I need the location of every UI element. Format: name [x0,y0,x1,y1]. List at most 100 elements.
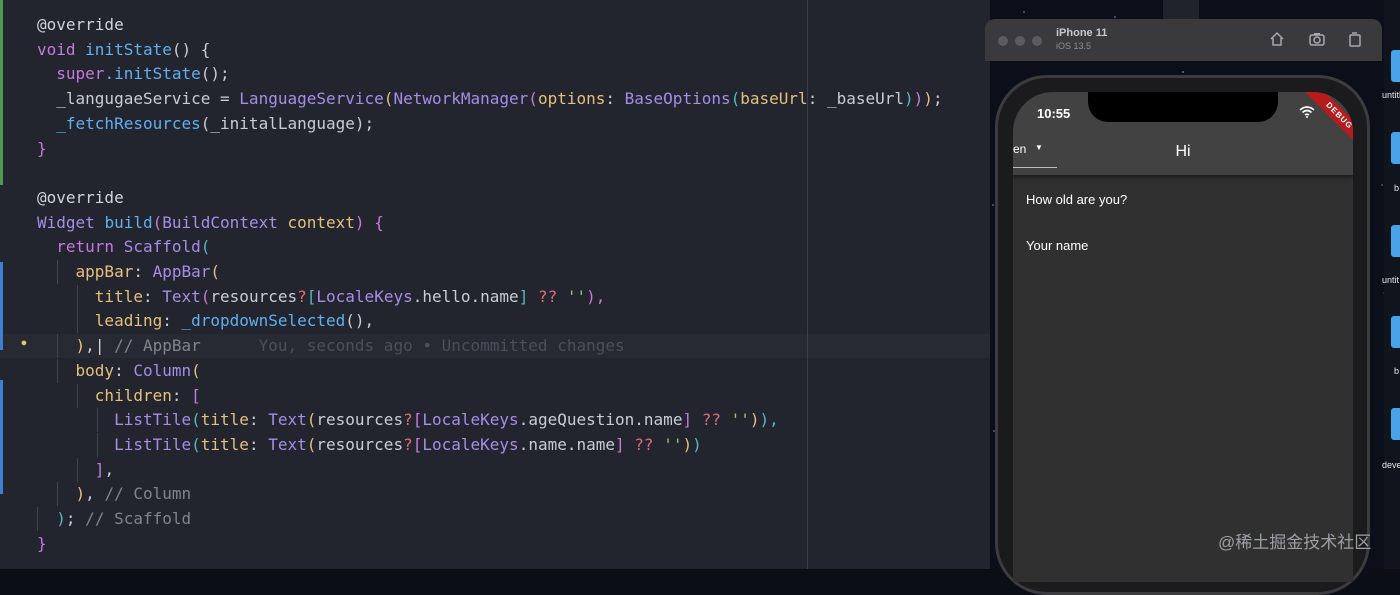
code-token: ? [403,434,413,454]
code-token: Widget [37,212,105,232]
desktop-item-label[interactable]: devel [1382,460,1400,470]
folder-icon[interactable] [1391,316,1400,348]
code-token: Column [133,360,192,380]
code-token: Scaffold [123,237,201,257]
code-token: ] [615,434,625,454]
code-token: ( [152,212,163,232]
code-token: (), [345,311,375,331]
code-token: body [75,360,115,380]
code-token: Text [268,434,307,454]
code-line[interactable]: return Scaffold( [37,235,210,259]
code-token: .initState [104,64,201,84]
phone-screen[interactable]: 10:55 en ▼ Hi DEBUG How old are you? You… [1013,92,1353,582]
star-dot [1182,71,1184,73]
code-editor[interactable]: ● @override void initState() { super.init… [0,0,990,569]
code-token: (_initalLanguage); [200,113,375,133]
code-token: LocaleKeys [422,434,519,454]
code-token: ( [383,89,394,109]
code-token: ] [518,286,529,306]
home-icon[interactable] [1268,30,1286,48]
code-token: LocaleKeys [316,286,413,306]
code-line[interactable]: void initState() { [37,38,210,62]
code-token: ), [759,410,779,430]
code-line[interactable]: } [37,532,47,556]
code-line[interactable]: ), // Column [37,482,192,506]
code-token: context [287,212,355,232]
code-token: ListTile [114,410,192,430]
code-token: ) [692,434,702,454]
desktop-item-label[interactable]: untit [1382,275,1399,285]
folder-icon[interactable] [1391,225,1400,257]
list-tile-age-question[interactable]: How old are you? [1026,192,1127,207]
code-token: super [56,64,105,84]
desktop-item-label[interactable]: b [1394,366,1399,376]
zoom-window-button[interactable] [1032,36,1042,46]
code-token: resources [210,286,298,306]
code-line[interactable]: title: Text(resources?[LocaleKeys.hello.… [37,285,606,309]
code-line[interactable]: ); // Scaffold [37,507,191,531]
code-token: baseUrl [740,89,808,109]
close-window-button[interactable] [998,36,1008,46]
code-line[interactable]: ListTile(title: Text(resources?[LocaleKe… [37,408,779,432]
code-line[interactable]: _fetchResources(_initalLanguage); [37,112,374,136]
code-token: resources [316,410,404,430]
desktop-item-label[interactable]: untitl [1382,90,1400,100]
code-token: ) { [354,212,384,232]
code-line[interactable]: @override [37,186,124,210]
code-token: : [162,311,182,331]
screenshot-icon[interactable] [1308,30,1326,48]
indent-guide [57,482,58,507]
code-token: LocaleKeys [422,410,519,430]
code-token: _dropdownSelected [181,311,346,331]
desktop-item-label[interactable]: b [1394,183,1399,193]
minimize-window-button[interactable] [1015,36,1025,46]
code-token: ), [586,286,606,306]
code-token: BaseOptions [624,89,731,109]
indent-guide [97,408,98,433]
star-dot [1023,11,1025,13]
code-token: ( [210,262,221,281]
code-token: '' [663,434,683,454]
code-line[interactable]: leading: _dropdownSelected(), [37,309,374,333]
code-line[interactable]: appBar: AppBar( [37,260,221,284]
code-token: : [605,89,625,109]
code-line[interactable]: ], [37,458,114,482]
simulator-ios-version: iOS 13.5 [1056,41,1092,51]
code-token: @override [37,187,124,207]
code-line[interactable]: super.initState(); [37,62,230,86]
code-token: ?? [624,434,664,454]
code-token: _langugaeService = [37,89,240,109]
folder-icon[interactable] [1391,50,1400,82]
code-line[interactable]: _langugaeService = LanguageService(Netwo… [37,87,942,111]
code-token: resources [316,434,404,454]
code-token: ) [682,434,693,454]
debug-banner-label: DEBUG [1300,92,1353,155]
code-token: ] [682,410,693,430]
code-token: (); [200,64,230,84]
code-token: ) [923,89,933,109]
code-line[interactable]: Widget build(BuildContext context) { [37,211,384,235]
list-tile-name[interactable]: Your name [1026,238,1088,253]
code-token: [ [412,434,423,454]
lightbulb-icon[interactable]: ● [18,334,30,352]
code-line[interactable]: @override [37,13,124,37]
code-token: ) [75,336,86,356]
code-token: ? [297,286,307,306]
code-token: } [37,533,47,553]
code-line[interactable]: ListTile(title: Text(resources?[LocaleKe… [37,433,702,457]
code-line[interactable]: ),| // AppBar You, seconds ago • Uncommi… [37,334,625,358]
rotate-icon[interactable] [1346,30,1364,48]
code-line[interactable]: children: [ [37,384,201,408]
indent-guide [77,284,78,309]
code-token: LanguageService [239,89,384,109]
folder-icon[interactable] [1391,132,1400,164]
star-dot [992,204,994,206]
folder-icon[interactable] [1391,408,1400,440]
watermark: @稀土掘金技术社区 [1218,533,1372,552]
code-line[interactable]: body: Column( [37,359,201,383]
code-line[interactable]: } [37,137,47,161]
